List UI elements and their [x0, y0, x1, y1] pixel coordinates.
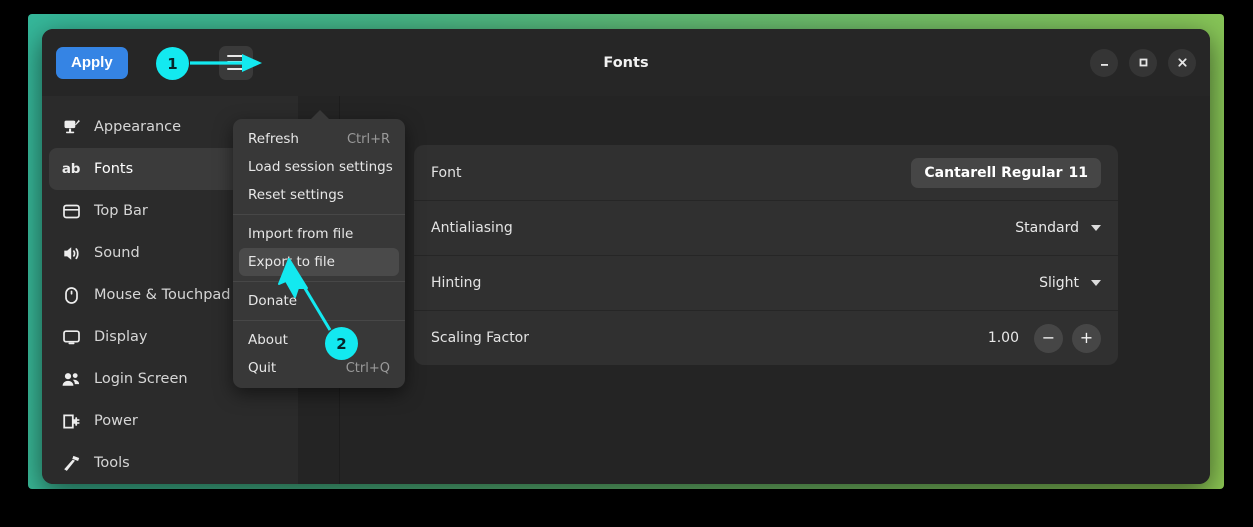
screen: Apply Fonts Appearance ab Fonts Top Bar …	[0, 0, 1253, 527]
menu-item-label: Import from file	[248, 226, 354, 242]
font-preferences-group: Font Cantarell Regular 11 Antialiasing St…	[414, 145, 1118, 365]
menu-item-quit[interactable]: Quit Ctrl+Q	[239, 354, 399, 382]
sidebar-item-label: Power	[94, 413, 138, 429]
maximize-icon[interactable]	[1129, 48, 1157, 77]
font-chooser-button[interactable]: Cantarell Regular 11	[911, 157, 1101, 188]
menu-item-donate[interactable]: Donate	[239, 287, 399, 315]
menu-item-about[interactable]: About	[239, 326, 399, 354]
sidebar-item-tools[interactable]: Tools	[49, 442, 291, 484]
fonts-app-window: Apply Fonts Appearance ab Fonts Top Bar …	[42, 29, 1210, 484]
menu-item-label: Donate	[248, 293, 298, 309]
row-control: Cantarell Regular 11	[911, 157, 1101, 188]
antialiasing-value: Standard	[1015, 220, 1079, 236]
menu-item-label: Export to file	[248, 254, 335, 270]
hinting-value: Slight	[1039, 275, 1079, 291]
window-title-text: Fonts	[603, 54, 649, 71]
row-label: Antialiasing	[431, 220, 513, 236]
mouse-icon	[60, 285, 82, 305]
sound-icon	[60, 243, 82, 263]
font-name-value: Cantarell Regular	[924, 164, 1063, 181]
row-control[interactable]: Slight	[1039, 275, 1101, 291]
row-hinting: Hinting Slight	[414, 255, 1118, 310]
header-left-controls: Apply	[42, 45, 253, 80]
sidebar-item-label: Tools	[94, 455, 130, 471]
display-icon	[60, 327, 82, 347]
row-control[interactable]: Standard	[1015, 220, 1101, 236]
sidebar-item-label: Display	[94, 329, 148, 345]
menu-item-label: Load session settings	[248, 159, 393, 175]
hammer-icon	[60, 453, 82, 473]
menu-pointer-arrow	[310, 110, 330, 120]
primary-menu-popover[interactable]: Refresh Ctrl+R Load session settings Res…	[233, 119, 405, 388]
hamburger-line	[227, 55, 245, 58]
window-header-bar: Apply Fonts	[42, 29, 1210, 96]
menu-separator	[233, 281, 405, 282]
font-size-value: 11	[1068, 164, 1088, 181]
sidebar-item-label: Fonts	[94, 161, 134, 177]
menu-item-refresh[interactable]: Refresh Ctrl+R	[239, 125, 399, 153]
sidebar-item-label: Top Bar	[94, 203, 148, 219]
apply-button[interactable]: Apply	[56, 46, 128, 79]
menu-separator	[233, 214, 405, 215]
topbar-icon	[60, 201, 82, 221]
scaling-factor-value: 1.00	[987, 330, 1019, 346]
sidebar-item-label: Sound	[94, 245, 140, 261]
row-label: Hinting	[431, 275, 482, 291]
sidebar-item-label: Mouse & Touchpad	[94, 287, 231, 303]
menu-item-label: Quit	[248, 360, 277, 376]
chevron-down-icon[interactable]	[1091, 225, 1101, 231]
annotation-badge-2: 2	[325, 327, 358, 360]
close-icon[interactable]	[1168, 48, 1196, 77]
row-antialiasing: Antialiasing Standard	[414, 200, 1118, 255]
menu-item-accel: Ctrl+R	[346, 131, 390, 147]
hamburger-line	[227, 61, 245, 64]
row-label: Font	[431, 164, 462, 181]
window-controls	[1090, 48, 1196, 77]
row-font: Font Cantarell Regular 11	[414, 145, 1118, 200]
menu-item-reset-settings[interactable]: Reset settings	[239, 181, 399, 209]
scaling-increase-button[interactable]: +	[1072, 323, 1101, 353]
preferences-content: Font Cantarell Regular 11 Antialiasing St…	[340, 96, 1210, 484]
menu-separator	[233, 320, 405, 321]
row-control: 1.00 − +	[987, 323, 1101, 353]
sidebar-item-power[interactable]: Power	[49, 400, 291, 442]
menu-item-label: Reset settings	[248, 187, 344, 203]
menu-item-label: About	[248, 332, 288, 348]
hamburger-menu-button[interactable]	[218, 45, 253, 80]
row-scaling-factor: Scaling Factor 1.00 − +	[414, 310, 1118, 365]
appearance-icon	[60, 117, 82, 137]
sidebar-item-label: Login Screen	[94, 371, 188, 387]
scaling-decrease-button[interactable]: −	[1034, 323, 1063, 353]
row-label: Scaling Factor	[431, 330, 530, 346]
menu-item-load-session-settings[interactable]: Load session settings	[239, 153, 399, 181]
chevron-down-icon[interactable]	[1091, 280, 1101, 286]
menu-item-export-to-file[interactable]: Export to file	[239, 248, 399, 276]
users-icon	[60, 369, 82, 389]
power-plug-icon	[60, 411, 82, 431]
menu-item-accel: Ctrl+Q	[345, 360, 390, 376]
hamburger-line	[227, 67, 245, 70]
minimize-icon[interactable]	[1090, 48, 1118, 77]
menu-item-import-from-file[interactable]: Import from file	[239, 220, 399, 248]
fonts-ab-icon: ab	[61, 161, 81, 177]
menu-item-label: Refresh	[248, 131, 299, 147]
annotation-badge-1: 1	[156, 47, 189, 80]
sidebar-item-label: Appearance	[94, 119, 182, 135]
